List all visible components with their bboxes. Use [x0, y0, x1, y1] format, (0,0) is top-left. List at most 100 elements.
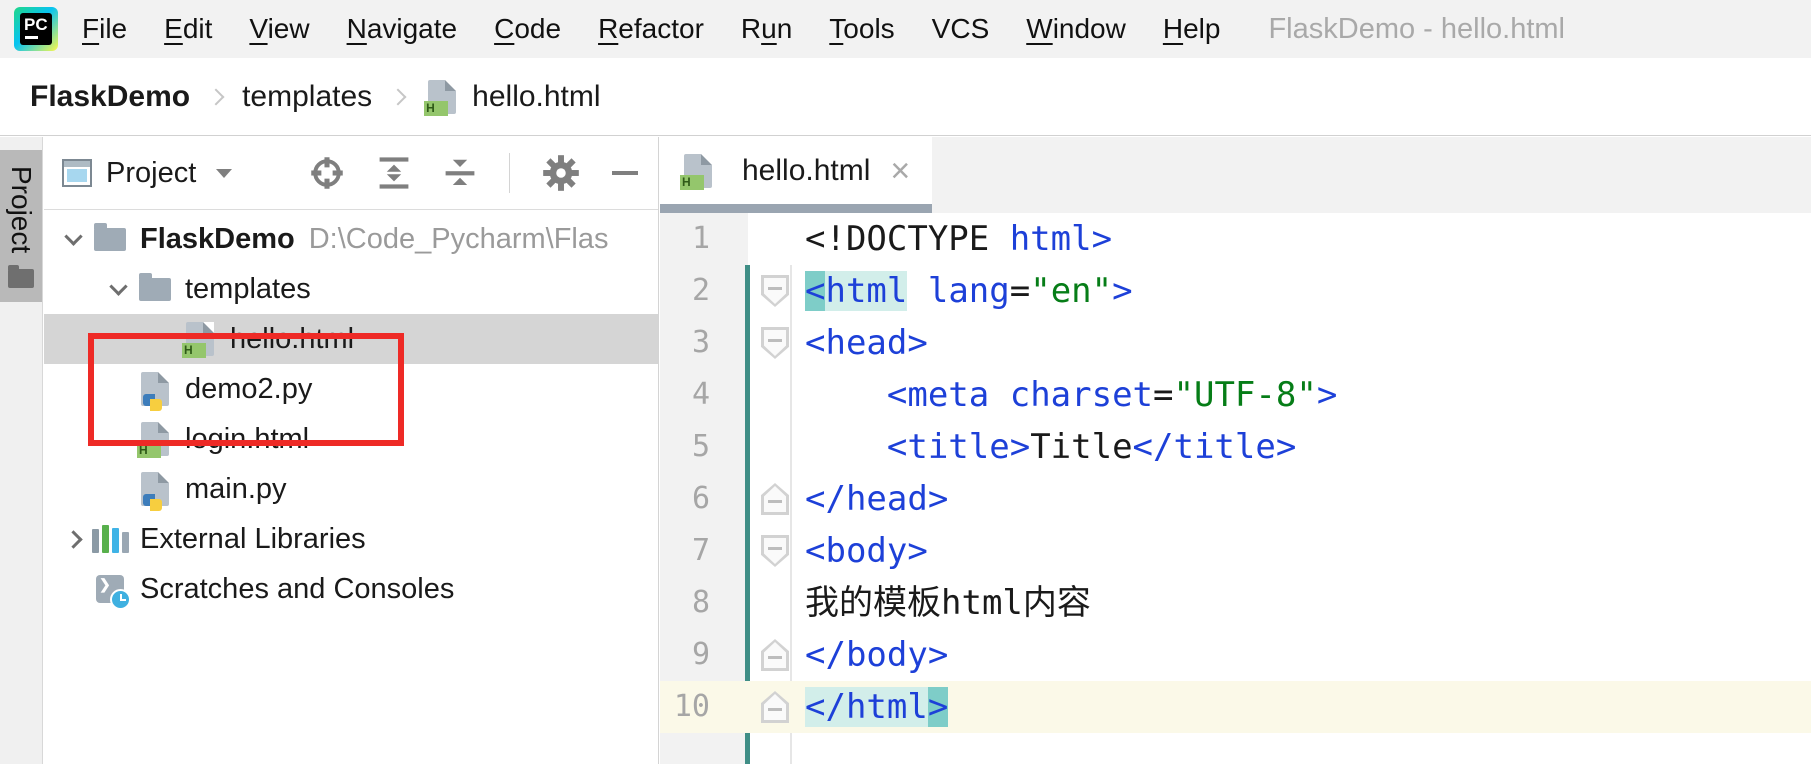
fold-open-icon[interactable] — [761, 327, 789, 359]
code-token: lang — [928, 271, 1010, 311]
fold-column — [748, 421, 805, 473]
code-token: > — [1112, 271, 1132, 311]
settings-gear-icon[interactable] — [542, 154, 580, 192]
fold-column — [748, 369, 805, 421]
code-line-6[interactable]: 6</head> — [660, 473, 1811, 525]
tree-item-label: demo2.py — [185, 373, 312, 406]
code-line-10[interactable]: 10 </html> — [660, 681, 1811, 733]
tree-item-hello-html[interactable]: Hhello.html — [44, 314, 658, 364]
code-token: Title — [1030, 427, 1132, 467]
menu-item-window[interactable]: Window — [1026, 13, 1126, 45]
menu-item-tools[interactable]: Tools — [829, 13, 894, 45]
code-token: > — [928, 687, 948, 727]
tree-item-flaskdemo[interactable]: FlaskDemoD:\Code_Pycharm\Flas — [44, 214, 658, 264]
breadcrumb-item-templates[interactable]: templates — [242, 80, 372, 114]
breadcrumb-separator-icon — [208, 88, 225, 105]
code-line-7[interactable]: 7<body> — [660, 525, 1811, 577]
menu-item-navigate[interactable]: Navigate — [347, 13, 458, 45]
code-line-8[interactable]: 8我的模板html内容 — [660, 577, 1811, 629]
external-libraries-icon — [92, 520, 128, 558]
python-file-icon — [137, 470, 173, 508]
fold-column — [748, 265, 805, 317]
code-area: 1<!DOCTYPE html>2<html lang="en">3 <head>… — [660, 213, 1811, 733]
menu-item-run[interactable]: Run — [741, 13, 792, 45]
fold-close-icon[interactable] — [761, 639, 789, 671]
breadcrumb-label: FlaskDemo — [30, 80, 190, 114]
project-panel-toolbar: Project — [44, 137, 658, 210]
breadcrumb-label: hello.html — [472, 80, 600, 114]
code-token: </html — [805, 687, 928, 727]
code-token: "UTF-8" — [1174, 375, 1317, 415]
code-text: <head> — [805, 317, 928, 369]
project-view-selector[interactable]: Project — [62, 157, 232, 190]
menu-item-code[interactable]: Code — [494, 13, 561, 45]
code-text: </head> — [805, 473, 948, 525]
locate-icon[interactable] — [309, 155, 345, 191]
code-token: <body> — [805, 531, 928, 571]
editor-body[interactable]: 1<!DOCTYPE html>2<html lang="en">3 <head>… — [660, 213, 1811, 764]
tree-item-scratches-and-consoles[interactable]: ❯ Scratches and Consoles — [44, 564, 658, 614]
code-line-1[interactable]: 1<!DOCTYPE html> — [660, 213, 1811, 265]
tree-item-login-html[interactable]: Hlogin.html — [44, 414, 658, 464]
html-file-icon: H — [424, 78, 460, 116]
line-number: 9 — [660, 629, 748, 681]
code-text: <body> — [805, 525, 928, 577]
close-tab-icon[interactable]: × — [890, 154, 910, 188]
line-number: 3 — [660, 317, 748, 369]
chevron-right-icon[interactable] — [54, 533, 92, 546]
project-panel: Project — [44, 137, 659, 764]
fold-open-icon[interactable] — [761, 535, 789, 567]
project-tool-window-tab[interactable]: Project — [0, 150, 42, 302]
menu-item-refactor[interactable]: Refactor — [598, 13, 704, 45]
editor-tab-label: hello.html — [742, 154, 870, 188]
editor-tab-bar: H hello.html × — [660, 137, 1811, 213]
code-line-9[interactable]: 9 </body> — [660, 629, 1811, 681]
expand-all-icon[interactable] — [377, 155, 411, 191]
chevron-down-icon[interactable] — [99, 283, 137, 296]
collapse-all-icon[interactable] — [443, 155, 477, 191]
tree-item-label: login.html — [185, 423, 309, 456]
code-text: <meta charset="UTF-8"> — [805, 369, 1337, 421]
fold-close-icon[interactable] — [761, 691, 789, 723]
folder-icon — [8, 269, 34, 288]
fold-open-icon[interactable] — [761, 275, 789, 307]
project-view-icon — [62, 159, 92, 187]
breadcrumb-item-FlaskDemo[interactable]: FlaskDemo — [30, 80, 190, 114]
code-line-5[interactable]: 5 <title>Title</title> — [660, 421, 1811, 473]
code-token: = — [1153, 375, 1173, 415]
menu-item-edit[interactable]: Edit — [164, 13, 212, 45]
code-text: </body> — [805, 629, 948, 681]
line-number: 10 — [660, 681, 748, 733]
line-number: 5 — [660, 421, 748, 473]
menu-item-view[interactable]: View — [249, 13, 309, 45]
menu-item-file[interactable]: File — [82, 13, 127, 45]
tree-item-external-libraries[interactable]: External Libraries — [44, 514, 658, 564]
code-text: <title>Title</title> — [805, 421, 1296, 473]
html-file-icon: H — [137, 420, 173, 458]
code-token: > — [1317, 375, 1337, 415]
fold-close-icon[interactable] — [761, 483, 789, 515]
intention-bulb-icon[interactable] — [789, 631, 829, 677]
tree-item-main-py[interactable]: main.py — [44, 464, 658, 514]
breadcrumb-item-hello-html[interactable]: Hhello.html — [424, 78, 600, 116]
toolbar-divider — [509, 153, 510, 193]
tree-item-label: Scratches and Consoles — [140, 573, 454, 606]
tree-item-demo2-py[interactable]: demo2.py — [44, 364, 658, 414]
code-line-3[interactable]: 3 <head> — [660, 317, 1811, 369]
tree-item-templates[interactable]: templates — [44, 264, 658, 314]
menu-item-vcs[interactable]: VCS — [932, 13, 990, 45]
fold-column — [748, 525, 805, 577]
chevron-down-icon — [216, 169, 232, 178]
fold-column — [748, 317, 805, 369]
code-line-4[interactable]: 4 <meta charset="UTF-8"> — [660, 369, 1811, 421]
menu-item-help[interactable]: Help — [1163, 13, 1221, 45]
window-title: FlaskDemo - hello.html — [1268, 13, 1565, 46]
code-token: = — [1010, 271, 1030, 311]
code-token — [989, 375, 1009, 415]
scratches-consoles-icon: ❯ — [92, 570, 128, 608]
editor-tab-hello-html[interactable]: H hello.html × — [660, 137, 932, 213]
chevron-down-icon[interactable] — [54, 233, 92, 246]
code-line-2[interactable]: 2<html lang="en"> — [660, 265, 1811, 317]
project-tab-label: Project — [5, 166, 37, 253]
hide-panel-icon[interactable] — [612, 171, 638, 175]
